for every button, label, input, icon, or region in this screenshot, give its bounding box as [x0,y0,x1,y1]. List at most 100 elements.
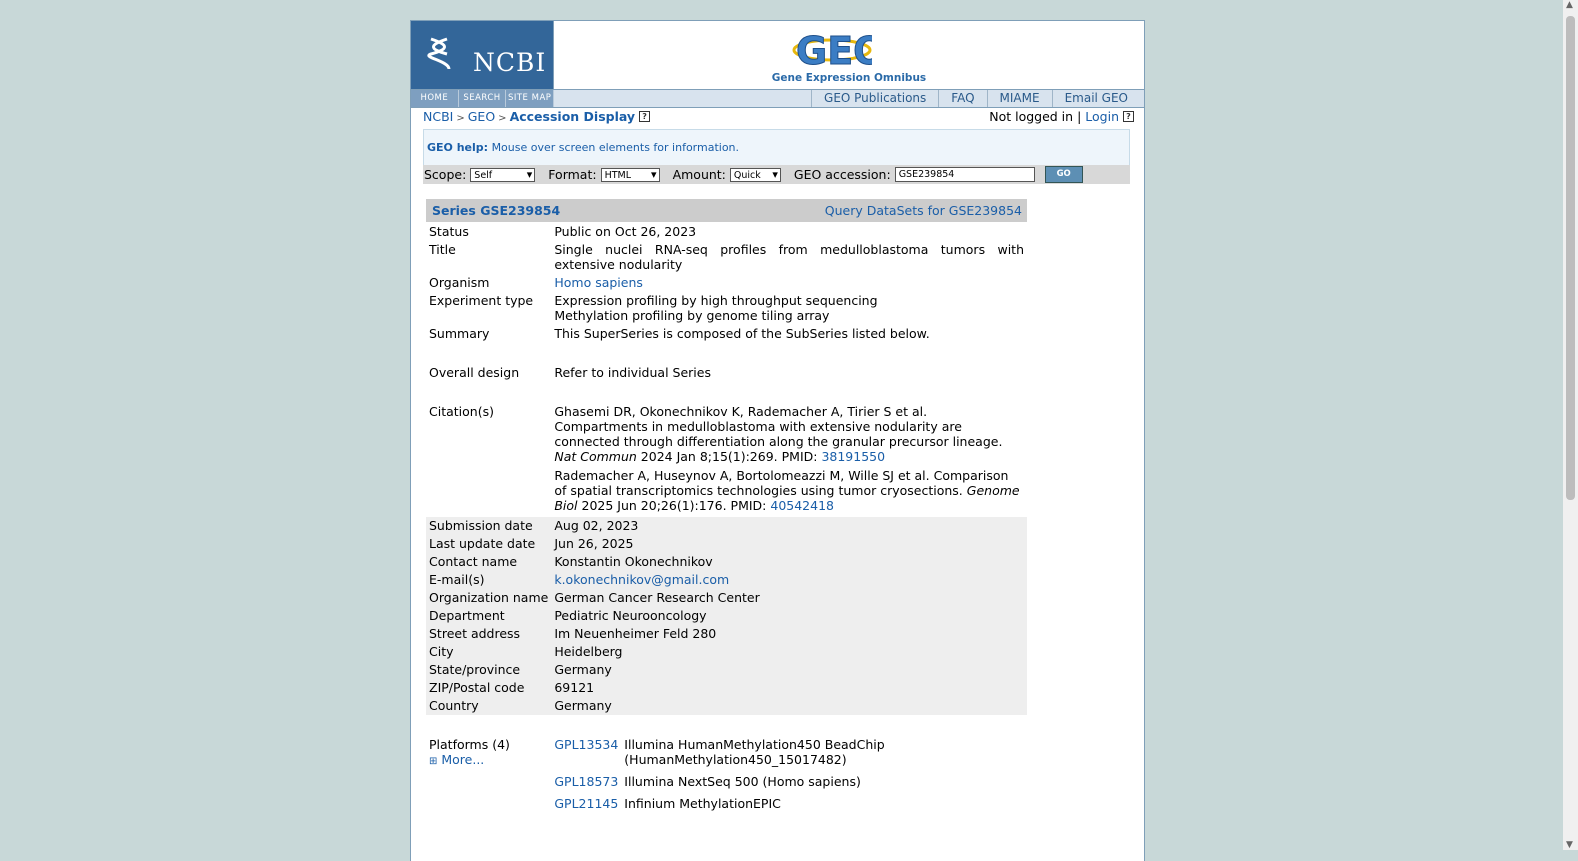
scroll-down-icon[interactable]: ▼ [1566,840,1573,850]
detail-value: 69121 [551,679,1027,697]
nav-search[interactable]: SEARCH [459,90,507,107]
citation-1: Ghasemi DR, Okonechnikov K, Rademacher A… [554,404,1024,468]
platforms-label: Platforms (4) [429,737,510,752]
detail-value: Heidelberg [551,643,1027,661]
detail-value: Public on Oct 26, 2023 [554,224,697,239]
scroll-up-icon[interactable]: ▲ [1566,0,1573,10]
vertical-scrollbar[interactable]: ▲ ▼ [1563,0,1578,850]
scope-label: Scope: [424,167,467,182]
help-text: Mouse over screen elements for informati… [491,141,740,154]
scope-select[interactable]: Self [470,167,536,182]
detail-value: Konstantin Okonechnikov [551,553,1027,571]
citation-journal: Nat Commun [554,449,637,464]
accession-input[interactable]: GSE239854 [894,167,1035,182]
table-row: Citation(s) Ghasemi DR, Okonechnikov K, … [426,403,1027,517]
ncbi-logo-text: NCBI [473,48,547,77]
platform-name: Illumina HumanMethylation450 BeadChip (H… [624,737,885,767]
login-area: Not logged in | Login? [989,109,1134,124]
amount-label: Amount: [672,167,726,182]
login-help-icon[interactable]: ? [1123,111,1134,122]
nav-email-geo[interactable]: Email GEO [1051,90,1140,107]
email-link[interactable]: k.okonechnikov@gmail.com [554,572,729,587]
breadcrumb-sep: > [498,113,507,124]
platform-link[interactable]: GPL21145 [554,796,618,811]
more-link[interactable]: More... [441,752,484,767]
detail-value: Aug 02, 2023 [551,517,1027,535]
table-row: E-mail(s) k.okonechnikov@gmail.com [426,571,1027,589]
detail-value: Germany [551,697,1027,715]
detail-key: Department [426,607,552,625]
table-row: Title Single nuclei RNA-seq profiles from… [426,241,1027,274]
series-header: Series GSE239854 Query DataSets for GSE2… [426,199,1027,222]
table-row: Organization name German Cancer Research … [426,589,1027,607]
detail-value: Germany [551,661,1027,679]
detail-key: Organization name [426,589,552,607]
nav-site-map[interactable]: SITE MAP [506,90,555,107]
breadcrumb-ncbi[interactable]: NCBI [423,109,453,124]
table-row: Department Pediatric Neurooncology [426,607,1027,625]
scroll-thumb[interactable] [1566,16,1575,500]
nav-faq[interactable]: FAQ [938,90,986,107]
top-navbar: HOME SEARCH SITE MAP GEO Publications FA… [411,89,1144,108]
nav-geo-publications[interactable]: GEO Publications [811,90,938,107]
platform-name: Infinium MethylationEPIC [624,796,781,811]
nav-home[interactable]: HOME [411,90,459,107]
organism-link[interactable]: Homo sapiens [554,275,643,290]
detail-key: Status [429,224,469,239]
platform-link[interactable]: GPL13534 [554,737,618,752]
login-sep: | [1077,109,1082,124]
table-row: Street address Im Neuenheimer Feld 280 [426,625,1027,643]
detail-key: Street address [426,625,552,643]
detail-key: Submission date [426,517,552,535]
format-select[interactable]: HTML [600,167,660,182]
table-row: Last update date Jun 26, 2025 [426,535,1027,553]
detail-value: German Cancer Research Center [551,589,1027,607]
geo-logo-text: GEO [796,29,872,73]
nav-miame[interactable]: MIAME [986,90,1052,107]
help-label: GEO help: [427,141,489,154]
table-row: City Heidelberg [426,643,1027,661]
experiment-type-1: Expression profiling by high throughput … [554,293,878,308]
citation-tail: 2024 Jan 8;15(1):269. PMID: [640,449,818,464]
detail-key: Organism [429,275,490,290]
detail-value: Im Neuenheimer Feld 280 [551,625,1027,643]
table-row: ZIP/Postal code 69121 [426,679,1027,697]
detail-key: Summary [429,326,490,341]
detail-key: Country [426,697,552,715]
dna-icon [427,37,451,70]
geo-subtitle: Gene Expression Omnibus [771,72,927,84]
amount-select[interactable]: Quick [729,167,781,182]
detail-key: E-mail(s) [426,571,552,589]
experiment-type-2: Methylation profiling by genome tiling a… [554,308,830,323]
expand-plus-icon: ⊞ [429,756,438,767]
geo-banner[interactable]: GEO Gene Expression Omnibus [554,21,1144,89]
breadcrumb-sep: > [456,113,465,124]
detail-value: Single nuclei RNA-seq profiles from medu… [554,242,1024,272]
detail-key: State/province [426,661,552,679]
accession-label: GEO accession: [793,167,891,182]
detail-value: This SuperSeries is composed of the SubS… [554,326,930,341]
table-row: Experiment type Expression profiling by h… [426,292,1027,325]
login-status: Not logged in [989,109,1074,124]
ncbi-logo[interactable]: NCBI [411,21,554,89]
more-platforms[interactable]: ⊞ More... [429,752,548,769]
table-row: Summary This SuperSeries is composed of t… [426,325,1027,343]
go-button[interactable]: GO [1044,166,1083,183]
query-datasets-link[interactable]: Query DataSets for GSE239854 [825,203,1022,218]
breadcrumb-geo[interactable]: GEO [468,109,495,124]
detail-key: Overall design [429,365,520,380]
breadcrumb: NCBI > GEO > Accession Display? [423,109,651,124]
pmid-link[interactable]: 40542418 [770,498,834,513]
platform-link[interactable]: GPL18573 [554,774,618,789]
table-row: Contact name Konstantin Okonechnikov [426,553,1027,571]
table-row: Status Public on Oct 26, 2023 [426,223,1027,241]
citation-tail: 2025 Jun 20;26(1):176. PMID: [581,498,767,513]
table-row: Country Germany [426,697,1027,715]
login-link[interactable]: Login [1085,109,1119,124]
pmid-link[interactable]: 38191550 [821,449,885,464]
table-row: Organism Homo sapiens [426,274,1027,292]
help-icon[interactable]: ? [639,111,651,122]
detail-key: Citation(s) [429,404,494,419]
platform-name: Illumina NextSeq 500 (Homo sapiens) [624,774,861,789]
table-row: Overall design Refer to individual Series [426,364,1027,382]
